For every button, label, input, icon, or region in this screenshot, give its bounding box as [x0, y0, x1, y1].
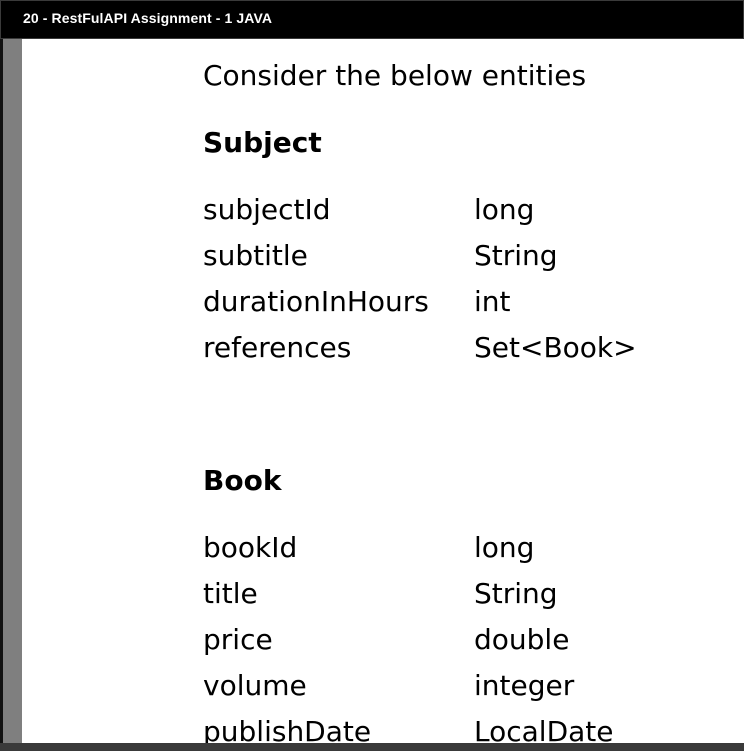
left-border	[0, 39, 3, 751]
field-name: subtitle	[203, 239, 308, 272]
entity-heading-subject: Subject	[203, 126, 322, 159]
field-name: references	[203, 331, 352, 364]
field-name: price	[203, 623, 273, 656]
field-type: int	[474, 285, 511, 318]
field-name: title	[203, 577, 258, 610]
left-page-gutter	[0, 39, 22, 751]
window-title: 20 - RestFulAPI Assignment - 1 JAVA	[23, 10, 273, 26]
field-name: durationInHours	[203, 285, 429, 318]
field-type: double	[474, 623, 570, 656]
field-type: String	[474, 577, 558, 610]
bottom-border	[0, 743, 744, 751]
field-type: String	[474, 239, 558, 272]
field-name: bookId	[203, 531, 298, 564]
document-viewer: 20 - RestFulAPI Assignment - 1 JAVA Cons…	[0, 0, 744, 751]
field-name: subjectId	[203, 193, 331, 226]
field-name: publishDate	[203, 715, 372, 744]
field-type: long	[474, 193, 535, 226]
field-type: long	[474, 531, 535, 564]
entity-heading-book: Book	[203, 464, 282, 497]
field-type: integer	[474, 669, 575, 702]
field-type: Set<Book>	[474, 331, 637, 364]
document-page: Consider the below entities Subject subj…	[22, 39, 744, 743]
field-type: LocalDate	[474, 715, 614, 744]
intro-text: Consider the below entities	[203, 59, 587, 92]
field-name: volume	[203, 669, 307, 702]
title-bar: 20 - RestFulAPI Assignment - 1 JAVA	[0, 0, 744, 39]
